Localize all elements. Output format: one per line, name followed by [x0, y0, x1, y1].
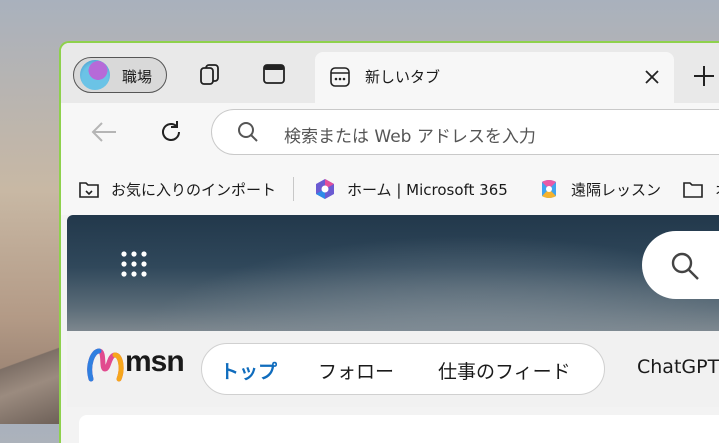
refresh-icon[interactable]: [157, 118, 185, 146]
new-tab-favicon-icon: [330, 67, 350, 87]
favorites-bar: お気に入りのインポート ホーム | Microsoft 365 遠隔レッスン: [61, 159, 719, 215]
back-arrow-icon[interactable]: [89, 119, 119, 145]
profile-button[interactable]: 職場: [73, 57, 167, 93]
address-bar[interactable]: 検索または Web アドレスを入力: [211, 109, 719, 155]
nav-top[interactable]: トップ: [220, 357, 277, 384]
close-tab-icon[interactable]: [642, 67, 662, 87]
nav-work-feed[interactable]: 仕事のフィード: [438, 357, 571, 384]
profile-label: 職場: [122, 68, 153, 86]
msn-nav-pill: トップ フォロー 仕事のフィード: [201, 343, 605, 395]
search-icon: [671, 252, 699, 280]
content-card: [79, 415, 719, 443]
hero-background: [67, 215, 719, 331]
tab-title: 新しいタブ: [365, 68, 441, 86]
copilot-icon: [542, 180, 556, 198]
nav-chatgpt[interactable]: ChatGPT: [637, 356, 719, 378]
page-content: msn トップ フォロー 仕事のフィード ChatGPT: [67, 215, 719, 443]
collections-icon[interactable]: [197, 61, 223, 87]
profile-avatar-icon: [80, 60, 110, 90]
tab-strip: 職場 新しいタブ: [61, 43, 719, 103]
hero-search-box[interactable]: [642, 231, 719, 299]
tab-new-tab[interactable]: 新しいタブ: [315, 52, 674, 103]
favorites-divider: [293, 177, 294, 201]
navigation-toolbar: 検索または Web アドレスを入力: [61, 103, 719, 159]
nav-follow[interactable]: フォロー: [318, 357, 394, 384]
msn-navigation-bar: msn トップ フォロー 仕事のフィード ChatGPT: [67, 331, 719, 407]
msn-logo-icon[interactable]: [85, 345, 125, 385]
app-launcher-icon[interactable]: [119, 249, 149, 279]
new-tab-plus-icon[interactable]: [691, 63, 717, 89]
browser-window: 職場 新しいタブ 検索または Web アドレスを入力 お気に入りのインポート ホ…: [59, 41, 719, 443]
import-favorites-icon: [79, 182, 99, 198]
tab-actions-icon[interactable]: [261, 61, 287, 87]
msn-brand-text: msn: [125, 345, 185, 378]
address-placeholder: 検索または Web アドレスを入力: [284, 127, 536, 147]
microsoft365-icon: [316, 179, 334, 199]
folder-icon: [683, 182, 703, 198]
search-icon: [238, 122, 258, 142]
